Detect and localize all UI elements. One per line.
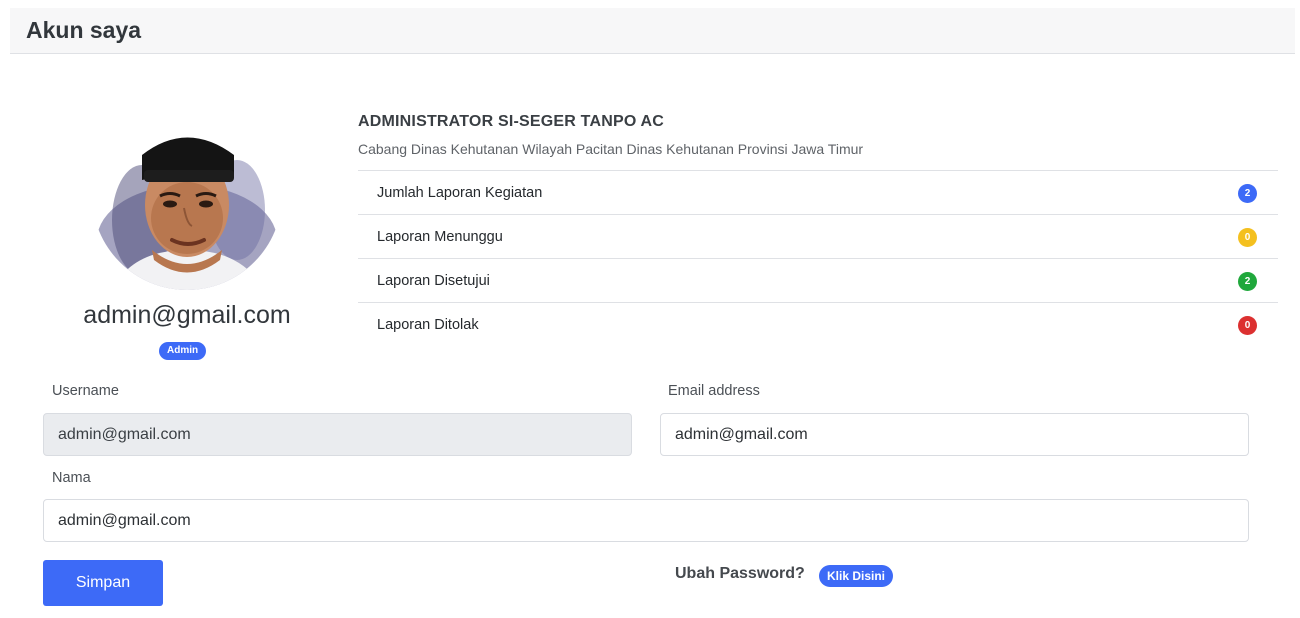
email-label: Email address (668, 383, 760, 399)
count-badge: 0 (1238, 228, 1257, 247)
username-field[interactable] (43, 413, 632, 456)
card-header: Akun saya (10, 8, 1295, 54)
user-avatar-photo-icon (92, 100, 282, 290)
stat-label: Jumlah Laporan Kegiatan (377, 185, 543, 201)
count-badge: 2 (1238, 184, 1257, 203)
count-badge: 0 (1238, 316, 1257, 335)
count-badge: 2 (1238, 272, 1257, 291)
change-password-link[interactable]: Klik Disini (819, 565, 894, 587)
change-password-prompt: Ubah Password? (675, 565, 805, 582)
organization-subtitle: Cabang Dinas Kehutanan Wilayah Pacitan D… (358, 141, 864, 157)
list-item: Laporan Menunggu 0 (358, 215, 1278, 259)
profile-avatar (92, 100, 282, 290)
list-item: Jumlah Laporan Kegiatan 2 (358, 171, 1278, 215)
report-stats-list: Jumlah Laporan Kegiatan 2 Laporan Menung… (358, 170, 1278, 347)
role-badge: Admin (159, 342, 207, 360)
name-label: Nama (52, 470, 91, 486)
stat-label: Laporan Menunggu (377, 229, 503, 245)
list-item: Laporan Disetujui 2 (358, 259, 1278, 303)
list-item: Laporan Ditolak 0 (358, 303, 1278, 347)
username-label: Username (52, 383, 119, 399)
email-field[interactable] (660, 413, 1249, 456)
profile-display-name: admin@gmail.com (83, 301, 291, 329)
organization-title: ADMINISTRATOR SI-SEGER TANPO AC (358, 113, 665, 130)
stat-label: Laporan Ditolak (377, 317, 479, 333)
name-field[interactable] (43, 499, 1249, 542)
stat-label: Laporan Disetujui (377, 273, 490, 289)
save-button[interactable]: Simpan (43, 560, 163, 606)
page-title: Akun saya (26, 17, 142, 43)
